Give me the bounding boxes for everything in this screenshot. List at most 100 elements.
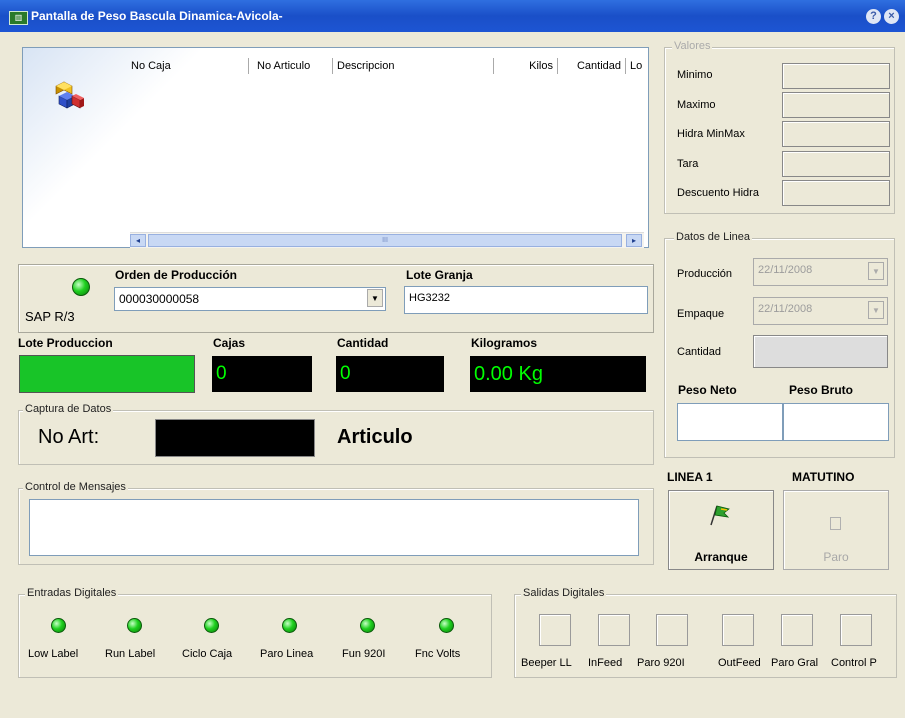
linea-cantidad-label: Cantidad [677, 346, 722, 358]
title-bar[interactable]: ▥ Pantalla de Peso Bascula Dinamica-Avic… [0, 0, 905, 32]
empaque-label: Empaque [677, 308, 725, 320]
minimo-label: Minimo [677, 69, 713, 81]
orden-produccion-label: Orden de Producción [115, 268, 238, 282]
paro-920i-button[interactable] [656, 614, 688, 646]
linea-cantidad-field[interactable] [753, 335, 888, 368]
salidas-digitales-title: Salidas Digitales [521, 587, 607, 599]
paro-linea-led [282, 618, 297, 633]
infeed-label: InFeed [588, 657, 623, 669]
cantidad-label: Cantidad [337, 336, 389, 350]
column-header-no-caja[interactable]: No Caja [127, 58, 249, 74]
paro-gral-label: Paro Gral [771, 657, 819, 669]
fnc-volts-label: Fnc Volts [415, 648, 461, 660]
cubes-icon [55, 80, 85, 112]
window-title: Pantalla de Peso Bascula Dinamica-Avicol… [31, 9, 283, 23]
empaque-date-dropdown[interactable]: 22/11/2008 ▼ [753, 297, 888, 325]
sap-status-led [72, 278, 90, 296]
no-art-display[interactable] [155, 419, 315, 457]
beeper-ll-button[interactable] [539, 614, 571, 646]
produccion-date-dropdown[interactable]: 22/11/2008 ▼ [753, 258, 888, 286]
captura-datos-title: Captura de Datos [23, 403, 114, 415]
lote-granja-label: Lote Granja [406, 268, 473, 282]
cajas-display: 0 [212, 356, 312, 392]
captura-datos-group [18, 410, 654, 465]
ciclo-caja-led [204, 618, 219, 633]
scroll-left-icon[interactable]: ◂ [130, 234, 146, 247]
valores-title: Valores [672, 40, 713, 52]
hidra-minmax-label: Hidra MinMax [677, 128, 745, 140]
scroll-thumb[interactable]: III [148, 234, 622, 247]
arranque-button[interactable]: Arranque [668, 490, 774, 570]
peso-neto-label: Peso Neto [678, 383, 737, 397]
column-header-kilos[interactable]: Kilos [494, 58, 558, 74]
low-label-led [51, 618, 66, 633]
minimo-field[interactable] [782, 63, 890, 89]
produccion-date-value: 22/11/2008 [758, 264, 813, 276]
paro-label: Paro [823, 550, 849, 564]
tara-field[interactable] [782, 151, 890, 177]
data-grid[interactable] [22, 47, 649, 248]
help-button[interactable]: ? [866, 9, 881, 24]
fnc-volts-led [439, 618, 454, 633]
lote-produccion-display [19, 355, 195, 393]
stop-icon [830, 517, 841, 530]
control-p-label: Control P [831, 657, 877, 669]
paro-linea-label: Paro Linea [260, 648, 314, 660]
low-label-label: Low Label [28, 648, 79, 660]
lote-granja-value: HG3232 [409, 292, 450, 304]
articulo-label: Articulo [337, 426, 413, 448]
entradas-digitales-title: Entradas Digitales [25, 587, 119, 599]
paro-gral-button[interactable] [781, 614, 813, 646]
ciclo-caja-label: Ciclo Caja [182, 648, 233, 660]
cantidad-display: 0 [336, 356, 444, 392]
chevron-down-icon[interactable]: ▼ [367, 289, 383, 307]
datos-linea-title: Datos de Linea [674, 231, 752, 243]
run-label-label: Run Label [105, 648, 156, 660]
kilogramos-label: Kilogramos [471, 336, 538, 350]
sap-status-label: SAP R/3 [25, 309, 75, 324]
peso-bruto-label: Peso Bruto [789, 383, 854, 397]
app-icon: ▥ [9, 11, 28, 25]
turno-label: MATUTINO [792, 470, 855, 484]
arranque-label: Arranque [694, 550, 748, 564]
cajas-label: Cajas [213, 336, 246, 350]
peso-bruto-field[interactable] [783, 403, 889, 441]
peso-neto-field[interactable] [677, 403, 783, 441]
green-flag-icon [707, 503, 733, 527]
chevron-down-icon[interactable]: ▼ [868, 301, 884, 319]
mensajes-textarea[interactable] [29, 499, 639, 556]
maximo-field[interactable] [782, 92, 890, 118]
close-button[interactable]: × [884, 9, 899, 24]
column-header-lote[interactable]: Lo [626, 58, 646, 74]
no-art-label: No Art: [38, 426, 100, 448]
column-header-descripcion[interactable]: Descripcion [333, 58, 494, 74]
orden-produccion-value: 000030000058 [119, 292, 200, 306]
chevron-down-icon[interactable]: ▼ [868, 262, 884, 280]
paro-920i-label: Paro 920I [637, 657, 685, 669]
tara-label: Tara [677, 158, 699, 170]
scroll-right-icon[interactable]: ▸ [626, 234, 642, 247]
fun-920i-led [360, 618, 375, 633]
run-label-led [127, 618, 142, 633]
hidra-minmax-field[interactable] [782, 121, 890, 147]
entradas-digitales-group [18, 594, 492, 678]
infeed-button[interactable] [598, 614, 630, 646]
horizontal-scrollbar[interactable]: ◂ III ▸ [130, 232, 644, 248]
empaque-date-value: 22/11/2008 [758, 303, 813, 315]
beeper-ll-label: Beeper LL [521, 657, 572, 669]
column-header-cantidad[interactable]: Cantidad [558, 58, 626, 74]
fun-920i-label: Fun 920I [342, 648, 386, 660]
produccion-label: Producción [677, 268, 733, 280]
maximo-label: Maximo [677, 99, 716, 111]
outfeed-button[interactable] [722, 614, 754, 646]
control-p-button[interactable] [840, 614, 872, 646]
descuento-hidra-field[interactable] [782, 180, 890, 206]
lote-granja-input[interactable]: HG3232 [404, 286, 648, 314]
outfeed-label: OutFeed [718, 657, 761, 669]
kilogramos-display: 0.00 Kg [470, 356, 646, 392]
linea-label: LINEA 1 [667, 470, 713, 484]
descuento-hidra-label: Descuento Hidra [677, 187, 759, 199]
paro-button[interactable]: Paro [783, 490, 889, 570]
column-header-no-articulo[interactable]: No Articulo [253, 58, 333, 74]
orden-produccion-dropdown[interactable]: 000030000058 ▼ [114, 287, 386, 311]
